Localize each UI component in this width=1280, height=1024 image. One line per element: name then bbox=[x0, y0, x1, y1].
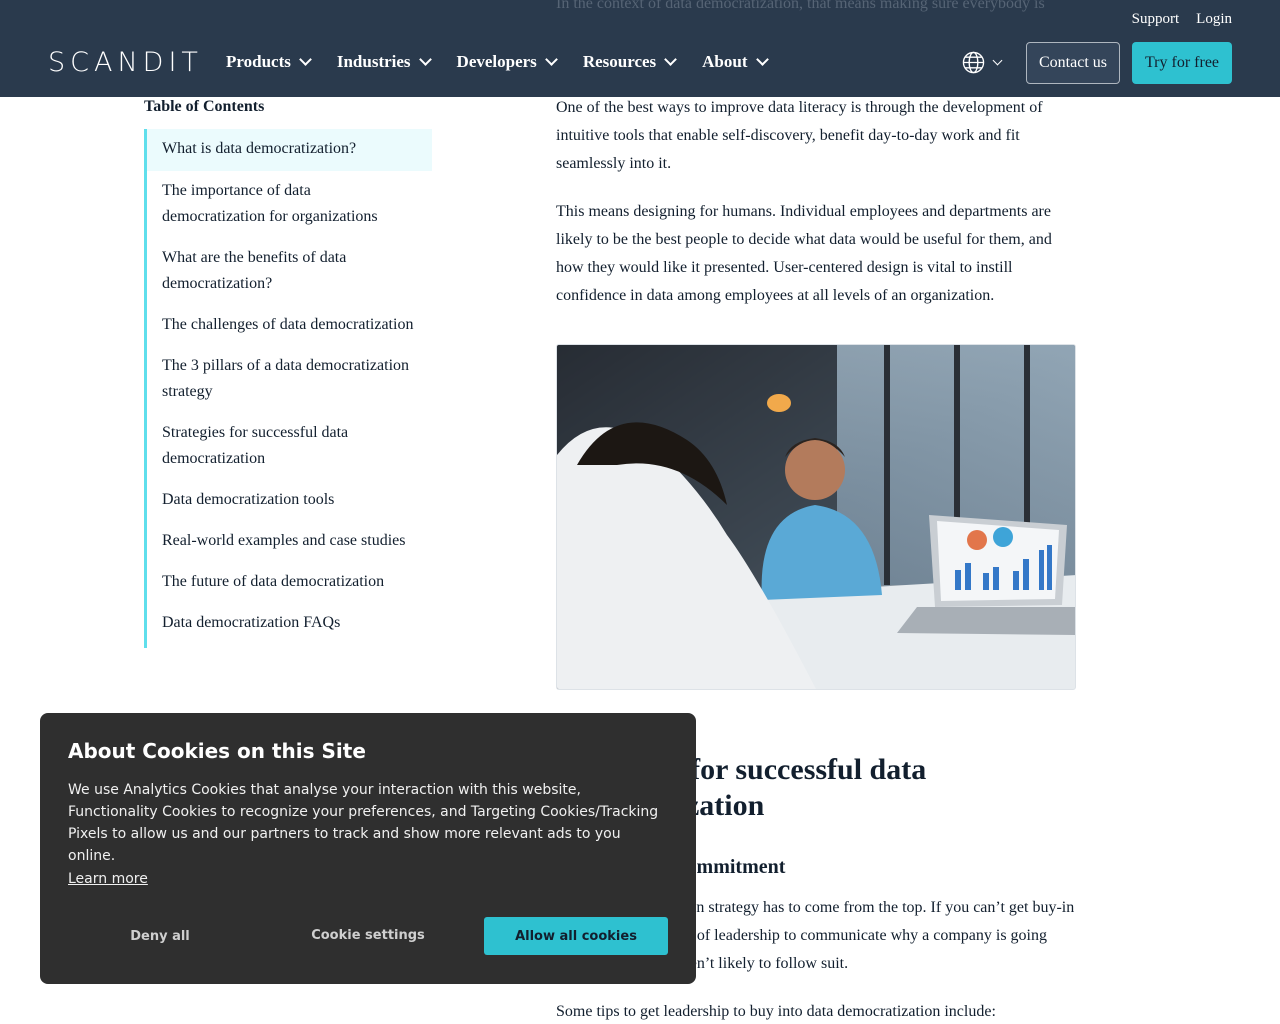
nav-label: Industries bbox=[336, 52, 411, 71]
nav-label: Developers bbox=[456, 52, 537, 71]
toc-item-challenges[interactable]: The challenges of data democratization bbox=[147, 305, 432, 346]
toc-item-faqs[interactable]: Data democratization FAQs bbox=[147, 603, 432, 644]
main-nav: Products Industries Developers Resources… bbox=[226, 52, 769, 72]
globe-icon bbox=[962, 51, 985, 74]
chevron-down-icon bbox=[298, 53, 312, 66]
deny-all-button[interactable]: Deny all bbox=[84, 917, 236, 955]
nav-products[interactable]: Products bbox=[226, 52, 312, 72]
toc-title: Table of Contents bbox=[144, 98, 265, 115]
chevron-down-icon bbox=[992, 55, 1003, 66]
table-of-contents: What is data democratization? The import… bbox=[144, 129, 432, 648]
toc-item-what-is[interactable]: What is data democratization? bbox=[147, 129, 432, 171]
chevron-down-icon bbox=[544, 53, 558, 66]
toc-item-tools[interactable]: Data democratization tools bbox=[147, 480, 432, 521]
support-link[interactable]: Support bbox=[1132, 11, 1180, 28]
contact-us-button[interactable]: Contact us bbox=[1026, 42, 1120, 84]
scrolled-paragraph-fragment: In the context of data democratization, … bbox=[556, 0, 1045, 12]
toc-item-examples[interactable]: Real-world examples and case studies bbox=[147, 521, 432, 562]
toc-item-future[interactable]: The future of data democratization bbox=[147, 562, 432, 603]
cookie-banner-title: About Cookies on this Site bbox=[68, 739, 366, 763]
toc-item-importance[interactable]: The importance of data democratization f… bbox=[147, 171, 432, 238]
nav-resources[interactable]: Resources bbox=[582, 52, 678, 72]
article-paragraph: Some tips to get leadership to buy into … bbox=[556, 1003, 996, 1020]
allow-all-cookies-button[interactable]: Allow all cookies bbox=[484, 917, 668, 955]
utility-nav: Support Login bbox=[1132, 11, 1232, 28]
cookie-banner-text: We use Analytics Cookies that analyse yo… bbox=[68, 782, 659, 864]
nav-label: Resources bbox=[582, 52, 657, 71]
nav-label: About bbox=[702, 52, 748, 71]
toc-item-strategies[interactable]: Strategies for successful data democrati… bbox=[147, 413, 432, 480]
chevron-down-icon bbox=[418, 53, 432, 66]
learn-more-link[interactable]: Learn more bbox=[68, 871, 148, 887]
cookie-settings-button[interactable]: Cookie settings bbox=[284, 916, 452, 954]
article-paragraph: This means designing for humans. Individ… bbox=[556, 203, 1052, 304]
try-for-free-button[interactable]: Try for free bbox=[1132, 42, 1232, 84]
scandit-logo[interactable]: SCANDIT bbox=[48, 49, 203, 77]
article-image bbox=[556, 344, 1076, 690]
nav-developers[interactable]: Developers bbox=[456, 52, 558, 72]
language-selector[interactable] bbox=[962, 51, 1003, 74]
nav-industries[interactable]: Industries bbox=[336, 52, 432, 72]
article-paragraph: One of the best ways to improve data lit… bbox=[556, 99, 1043, 172]
toc-item-pillars[interactable]: The 3 pillars of a data democratization … bbox=[147, 346, 432, 413]
nav-about[interactable]: About bbox=[702, 52, 769, 72]
office-meeting-illustration bbox=[557, 345, 1075, 689]
chevron-down-icon bbox=[755, 53, 769, 66]
toc-item-benefits[interactable]: What are the benefits of data democratiz… bbox=[147, 238, 432, 305]
article-body: One of the best ways to improve data lit… bbox=[556, 94, 1076, 330]
cookie-banner: About Cookies on this Site We use Analyt… bbox=[40, 713, 696, 984]
login-link[interactable]: Login bbox=[1196, 11, 1232, 28]
nav-label: Products bbox=[226, 52, 291, 71]
chevron-down-icon bbox=[664, 53, 678, 66]
